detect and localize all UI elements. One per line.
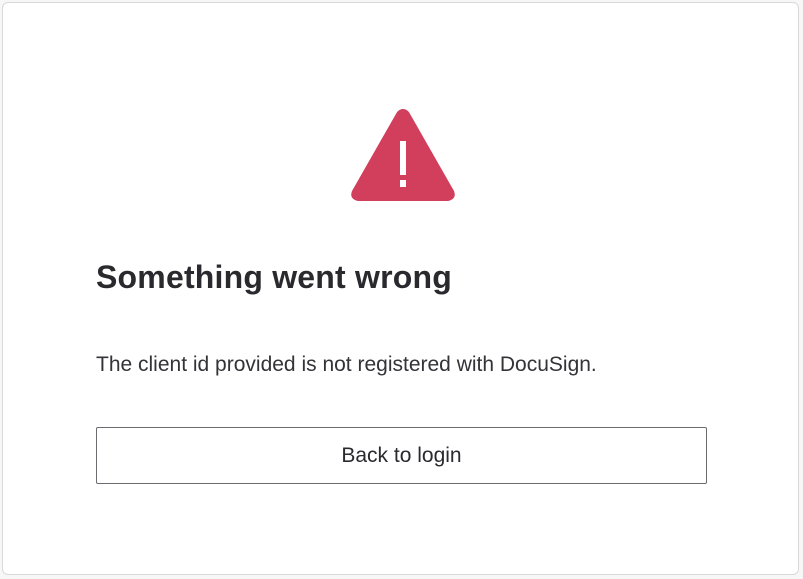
- page-title: Something went wrong: [96, 259, 452, 295]
- error-message: The client id provided is not registered…: [96, 353, 597, 376]
- error-card: Something went wrong The client id provi…: [2, 2, 799, 575]
- warning-triangle-icon: [348, 107, 458, 203]
- back-to-login-button[interactable]: Back to login: [96, 427, 707, 484]
